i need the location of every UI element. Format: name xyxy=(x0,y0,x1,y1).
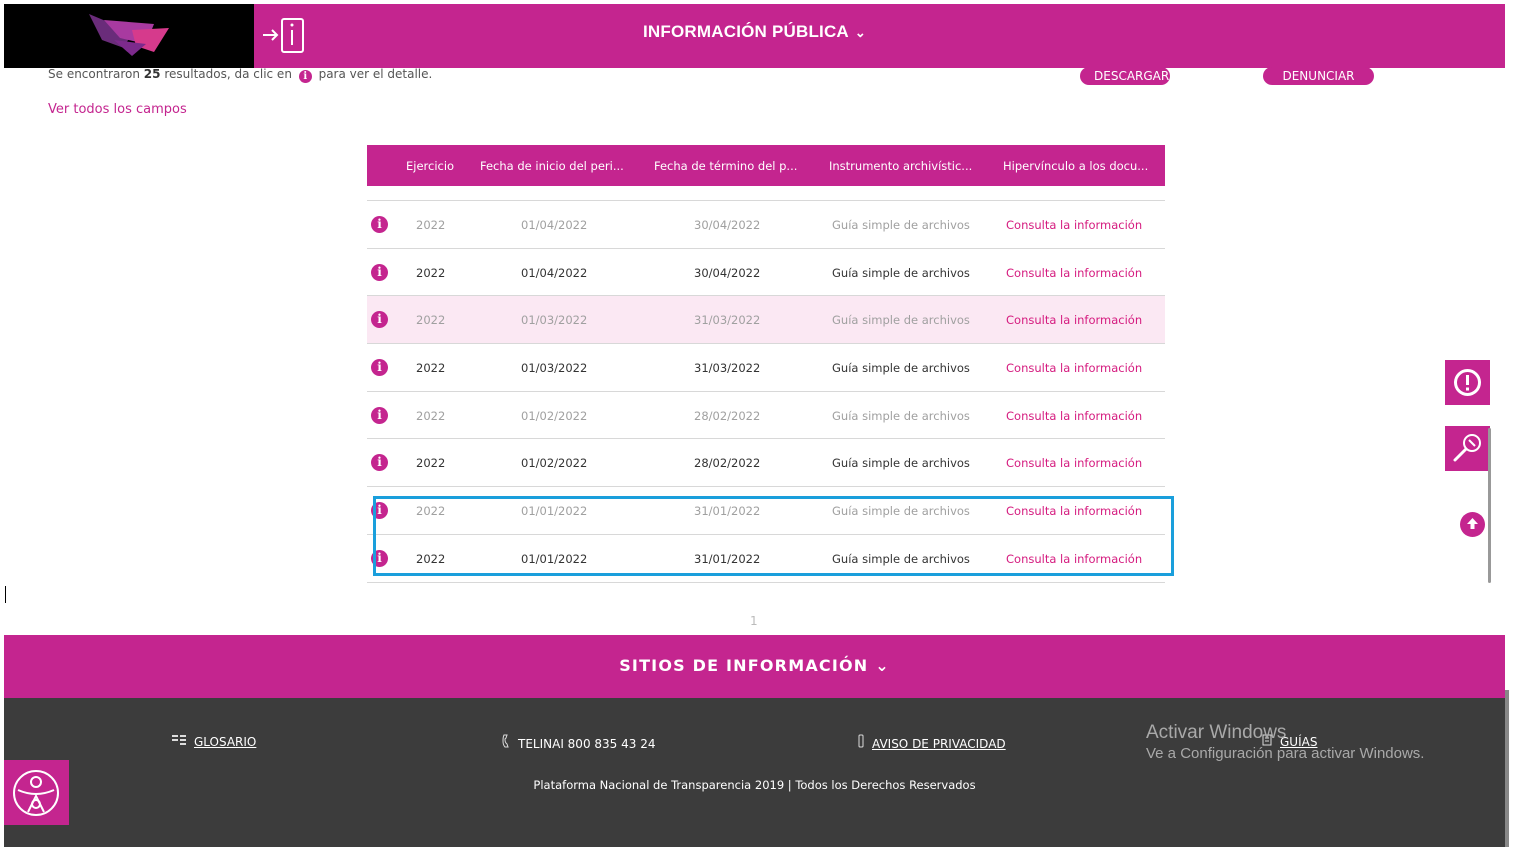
table-row: i 2022 01/01/2022 31/01/2022 Guía simple… xyxy=(367,486,1165,534)
cell-ejercicio: 2022 xyxy=(416,456,446,471)
view-all-fields-link[interactable]: Ver todos los campos xyxy=(48,102,187,117)
cell-fecha-inicio: 01/01/2022 xyxy=(521,551,588,566)
cell-ejercicio: 2022 xyxy=(416,313,446,328)
telinai-text: TELINAI 800 835 43 24 xyxy=(518,737,656,751)
activation-subtitle: Ve a Configuración para activar Windows. xyxy=(1146,745,1425,762)
cell-consulta-link[interactable]: Consulta la información xyxy=(1006,504,1142,518)
table-bottom-divider xyxy=(367,581,1165,583)
arrow-up-circle-icon[interactable] xyxy=(1460,512,1485,537)
cell-instrumento: Guía simple de archivos xyxy=(832,408,970,423)
text-cursor xyxy=(5,586,6,603)
table-row: i 2022 01/04/2022 30/04/2022 Guía simple… xyxy=(367,247,1165,296)
cell-fecha-termino: 31/03/2022 xyxy=(694,313,761,328)
column-header-instrumento[interactable]: Instrumento archivístic... xyxy=(829,159,972,173)
cell-instrumento: Guía simple de archivos xyxy=(832,504,970,519)
cell-instrumento: Guía simple de archivos xyxy=(832,551,970,566)
table-header: Ejercicio Fecha de inicio del peri... Fe… xyxy=(367,145,1165,186)
chevron-down-icon: ⌄ xyxy=(875,656,890,675)
cell-instrumento: Guía simple de archivos xyxy=(832,313,970,328)
table-row: i 2022 01/02/2022 28/02/2022 Guía simple… xyxy=(367,438,1165,486)
pagination-page[interactable]: 1 xyxy=(750,614,758,628)
cell-ejercicio: 2022 xyxy=(416,361,446,376)
row-info-icon[interactable]: i xyxy=(371,311,388,329)
cell-fecha-inicio: 01/04/2022 xyxy=(521,218,588,232)
cell-fecha-inicio: 01/02/2022 xyxy=(521,456,588,471)
column-header-ejercicio[interactable]: Ejercicio xyxy=(406,159,454,173)
cell-fecha-inicio: 01/01/2022 xyxy=(521,504,588,519)
table-row-hovered: i 2022 01/03/2022 31/03/2022 Guía simple… xyxy=(367,295,1165,344)
cell-instrumento: Guía simple de archivos xyxy=(832,265,970,280)
cell-ejercicio: 2022 xyxy=(416,504,446,519)
row-info-icon[interactable]: i xyxy=(371,549,388,567)
info-icon: i xyxy=(298,70,312,83)
top-title-label: INFORMACIÓN PÚBLICA xyxy=(643,22,849,41)
row-info-icon[interactable]: i xyxy=(371,406,388,424)
cell-fecha-termino: 30/04/2022 xyxy=(694,218,761,232)
aviso-link[interactable]: AVISO DE PRIVACIDAD xyxy=(872,737,1006,751)
cell-consulta-link[interactable]: Consulta la información xyxy=(1006,456,1142,470)
page-scrollbar-thumb[interactable] xyxy=(1488,428,1491,583)
window-scrollbar[interactable] xyxy=(1505,690,1509,847)
sitios-de-informacion-toggle[interactable]: SITIOS DE INFORMACIÓN ⌄ xyxy=(4,635,1505,698)
results-count: 25 xyxy=(143,67,161,81)
row-info-icon[interactable]: i xyxy=(371,454,388,472)
cell-instrumento: Guía simple de archivos xyxy=(832,456,970,471)
report-button[interactable]: DENUNCIAR xyxy=(1263,67,1374,85)
cell-consulta-link[interactable]: Consulta la información xyxy=(1006,313,1142,327)
cell-consulta-link[interactable]: Consulta la información xyxy=(1006,409,1142,423)
exclamation-circle-icon[interactable] xyxy=(1445,360,1490,405)
top-navigation-bar: INFORMACIÓN PÚBLICA ⌄ xyxy=(4,4,1505,68)
results-summary: Se encontraron 25 resultados, da clic en… xyxy=(48,67,433,83)
cell-consulta-link[interactable]: Consulta la información xyxy=(1006,361,1142,375)
cell-fecha-termino: 31/01/2022 xyxy=(694,504,761,519)
cell-consulta-link[interactable]: Consulta la información xyxy=(1006,266,1142,280)
privacy-icon xyxy=(858,734,864,751)
chevron-down-icon: ⌄ xyxy=(854,25,866,40)
cell-fecha-inicio: 01/04/2022 xyxy=(521,265,588,280)
cell-instrumento: Guía simple de archivos xyxy=(832,361,970,376)
cell-ejercicio: 2022 xyxy=(416,408,446,423)
row-info-icon[interactable]: i xyxy=(371,216,388,233)
cell-fecha-termino: 31/01/2022 xyxy=(694,551,761,566)
cell-fecha-termino: 28/02/2022 xyxy=(694,408,761,423)
copyright-text: Plataforma Nacional de Transparencia 201… xyxy=(533,778,976,792)
column-header-hipervinculo[interactable]: Hipervínculo a los docu... xyxy=(1003,159,1148,173)
column-header-fecha-inicio[interactable]: Fecha de inicio del peri... xyxy=(480,159,624,173)
row-info-icon[interactable]: i xyxy=(371,359,388,377)
cell-fecha-termino: 30/04/2022 xyxy=(694,265,761,280)
cell-ejercicio: 2022 xyxy=(416,265,446,280)
cell-fecha-termino: 28/02/2022 xyxy=(694,456,761,471)
informacion-publica-menu[interactable]: INFORMACIÓN PÚBLICA ⌄ xyxy=(4,22,1505,42)
cell-fecha-inicio: 01/02/2022 xyxy=(521,408,588,423)
footer-glosario[interactable]: GLOSARIO xyxy=(172,734,256,749)
cell-ejercicio: 2022 xyxy=(416,551,446,566)
cell-consulta-link[interactable]: Consulta la información xyxy=(1006,218,1142,232)
row-info-icon[interactable]: i xyxy=(371,263,388,281)
row-info-icon[interactable]: i xyxy=(371,502,388,520)
cell-fecha-inicio: 01/03/2022 xyxy=(521,361,588,376)
column-header-fecha-termino[interactable]: Fecha de término del p... xyxy=(654,159,797,173)
windows-activation-watermark: Activar Windows Ve a Configuración para … xyxy=(1146,722,1424,762)
table-row: i 2022 01/01/2022 31/01/2022 Guía simple… xyxy=(367,533,1165,582)
cell-fecha-termino: 31/03/2022 xyxy=(694,361,761,376)
footer-aviso[interactable]: AVISO DE PRIVACIDAD xyxy=(858,734,1006,751)
glosario-link[interactable]: GLOSARIO xyxy=(194,735,256,749)
table-row: i 2022 01/04/2022 30/04/2022 Guía simple… xyxy=(367,200,1165,248)
cell-ejercicio: 2022 xyxy=(416,218,446,232)
cell-consulta-link[interactable]: Consulta la información xyxy=(1006,552,1142,566)
table-row: i 2022 01/02/2022 28/02/2022 Guía simple… xyxy=(367,390,1165,439)
wrench-icon[interactable] xyxy=(1445,426,1490,471)
phone-icon xyxy=(502,734,510,751)
activation-title: Activar Windows xyxy=(1146,722,1287,743)
footer-telinai: TELINAI 800 835 43 24 xyxy=(502,734,655,751)
download-button[interactable]: DESCARGAR xyxy=(1080,67,1170,85)
sitios-label: SITIOS DE INFORMACIÓN xyxy=(619,656,869,675)
cell-instrumento: Guía simple de archivos xyxy=(832,218,970,232)
cell-fecha-inicio: 01/03/2022 xyxy=(521,313,588,328)
table-row: i 2022 01/03/2022 31/03/2022 Guía simple… xyxy=(367,343,1165,391)
glossary-icon xyxy=(172,734,186,749)
accessibility-icon[interactable] xyxy=(4,760,69,825)
footer: GLOSARIO TELINAI 800 835 43 24 AVISO DE … xyxy=(4,698,1505,847)
results-table: i 2022 01/04/2022 30/04/2022 Guía simple… xyxy=(367,200,1165,583)
